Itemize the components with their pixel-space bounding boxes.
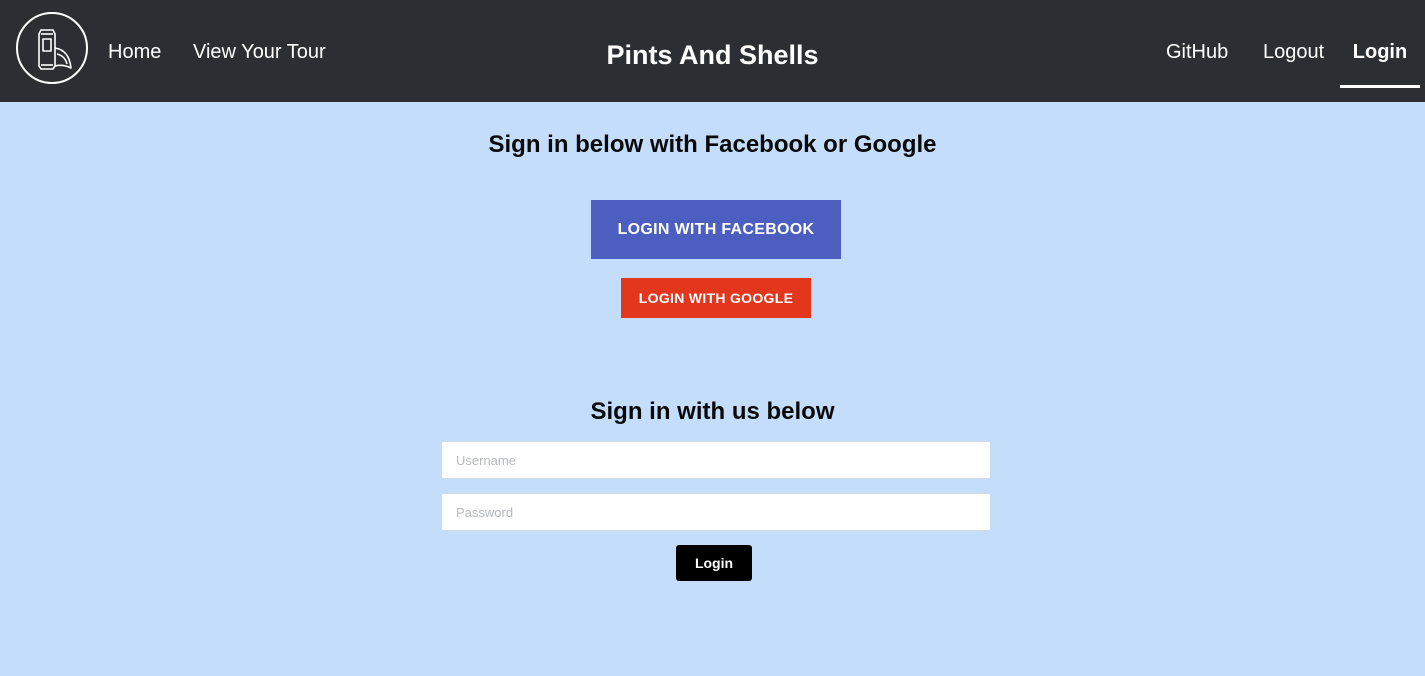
brand-title[interactable]: Pints And Shells (606, 40, 818, 70)
logo-icon[interactable] (16, 12, 88, 84)
nav-link-view-your-tour[interactable]: View Your Tour (193, 38, 326, 66)
nav-link-logout[interactable]: Logout (1263, 38, 1324, 66)
login-with-google-button[interactable]: Login with Google (621, 278, 811, 318)
nav-link-login[interactable]: Login (1340, 38, 1420, 88)
nav-link-github[interactable]: GitHub (1166, 38, 1228, 66)
top-navbar: Home View Your Tour Pints And Shells Git… (0, 0, 1425, 102)
nav-link-home[interactable]: Home (108, 38, 161, 66)
login-with-facebook-button[interactable]: Login with Facebook (591, 200, 841, 259)
beer-can-taco-logo-icon (38, 29, 72, 70)
username-field[interactable] (441, 441, 991, 479)
login-submit-button[interactable]: Login (676, 545, 752, 581)
local-signin-heading: Sign in with us below (590, 398, 835, 425)
password-field[interactable] (441, 493, 991, 531)
social-signin-heading: Sign in below with Facebook or Google (488, 131, 937, 158)
